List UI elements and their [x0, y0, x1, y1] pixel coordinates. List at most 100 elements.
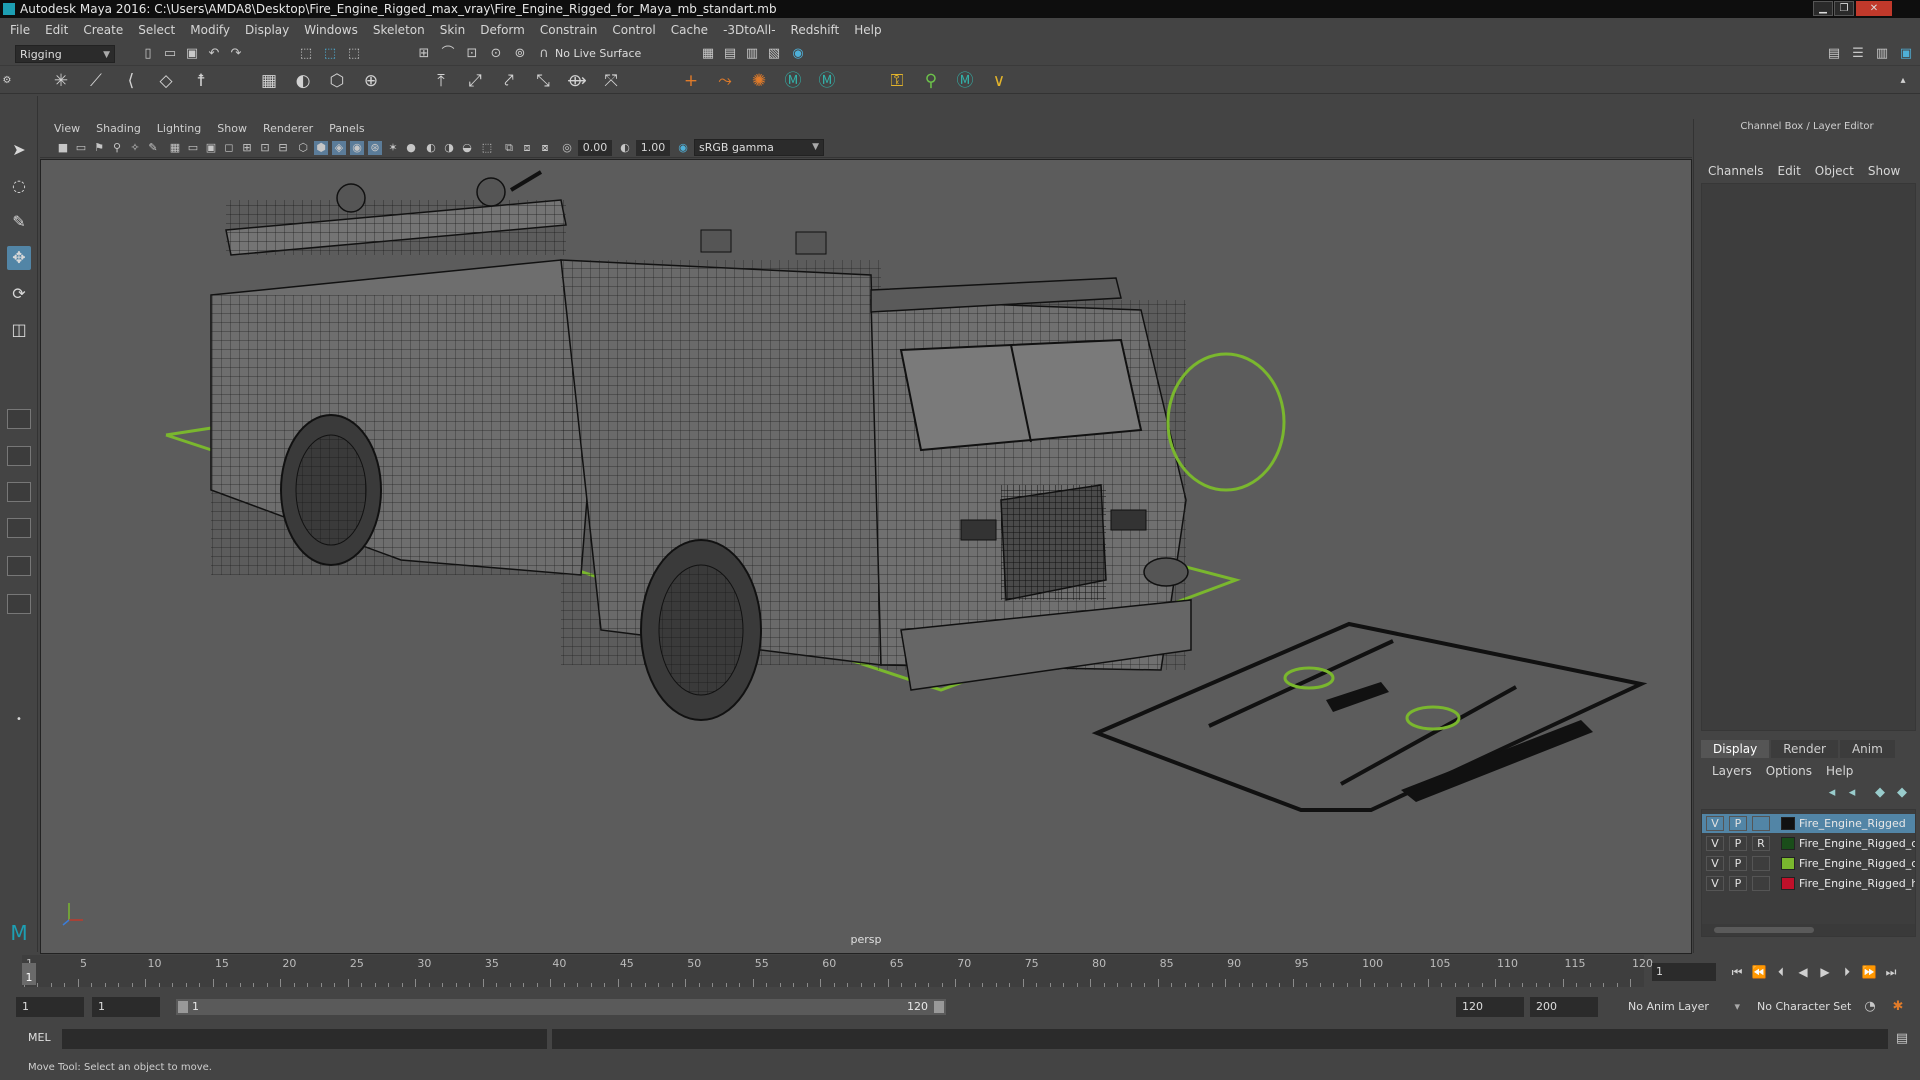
menu-windows[interactable]: Windows	[304, 23, 358, 37]
cb-menu-show[interactable]: Show	[1868, 164, 1900, 178]
current-frame-marker[interactable]: 1	[22, 963, 36, 985]
colorspace-dropdown[interactable]: sRGB gamma ▼	[694, 139, 824, 156]
script-language-toggle[interactable]: MEL	[28, 1031, 51, 1044]
move-tool-icon[interactable]: ✥	[7, 246, 31, 270]
snap-view-icon[interactable]: ⊙	[488, 46, 504, 62]
safe-action-icon[interactable]: ⊡	[258, 141, 272, 155]
playback-start-field[interactable]: 1	[92, 997, 160, 1017]
layer-color-swatch[interactable]	[1781, 837, 1795, 850]
select-tool-icon[interactable]: ➤	[7, 138, 31, 162]
range-bar[interactable]: 1 120	[176, 999, 946, 1015]
cb-menu-edit[interactable]: Edit	[1778, 164, 1801, 178]
rotate-tool-icon[interactable]: ⟳	[7, 282, 31, 306]
viewport-menu-panels[interactable]: Panels	[329, 122, 364, 135]
set-driven-key-icon[interactable]: ⚲	[920, 71, 942, 91]
fire-engine-model[interactable]	[210, 170, 1192, 721]
open-scene-icon[interactable]: ▭	[162, 46, 178, 62]
live-surface-label[interactable]: No Live Surface	[555, 47, 641, 60]
gate-mask-icon[interactable]: ◻	[222, 141, 236, 155]
menu-modify[interactable]: Modify	[190, 23, 230, 37]
layer-playback-toggle[interactable]: P	[1729, 876, 1747, 891]
viewport-menu-lighting[interactable]: Lighting	[157, 122, 201, 135]
viewport-menu-show[interactable]: Show	[217, 122, 247, 135]
layer-visibility-toggle[interactable]: V	[1706, 816, 1724, 831]
gamma-field[interactable]: 1.00	[636, 140, 670, 156]
go-to-end-icon[interactable]: ⏭	[1882, 963, 1900, 981]
current-frame-field[interactable]: 1	[1652, 963, 1716, 981]
step-back-key-icon[interactable]: ⏪	[1750, 963, 1768, 981]
textured-icon[interactable]: ◉	[350, 141, 364, 155]
four-pane-layout-icon[interactable]	[7, 446, 31, 466]
ik-handle-icon[interactable]: ⟋	[85, 71, 107, 91]
menuset-dropdown[interactable]: Rigging ▼	[15, 45, 115, 63]
menu-file[interactable]: File	[10, 23, 30, 37]
layer-type-toggle[interactable]	[1752, 816, 1770, 831]
gamma-icon[interactable]: ◐	[618, 141, 632, 155]
menu-display[interactable]: Display	[245, 23, 289, 37]
camera-select-icon[interactable]: ■	[56, 141, 70, 155]
aim-constraint-icon[interactable]: ⤳	[714, 71, 736, 91]
auto-key-icon[interactable]: ◔	[1862, 999, 1878, 1015]
cb-menu-object[interactable]: Object	[1815, 164, 1854, 178]
play-backwards-icon[interactable]: ◀	[1794, 963, 1812, 981]
bookmark-icon[interactable]: ⚑	[92, 141, 106, 155]
camera-attributes-icon[interactable]: ▭	[74, 141, 88, 155]
interactive-bind-icon[interactable]: ⤢	[464, 71, 486, 91]
animation-preferences-icon[interactable]: ✱	[1890, 999, 1906, 1015]
redo-icon[interactable]: ↷	[228, 46, 244, 62]
humanik-icon[interactable]: ☨	[190, 71, 212, 91]
hypershade-layout-icon[interactable]	[7, 594, 31, 614]
paint-select-icon[interactable]: ✎	[7, 210, 31, 234]
layer-menu-options[interactable]: Options	[1766, 764, 1812, 778]
exposure-icon[interactable]: ◎	[560, 141, 574, 155]
xray-joints-icon[interactable]: ⧈	[520, 141, 534, 155]
viewport-menu-renderer[interactable]: Renderer	[263, 122, 313, 135]
layer-color-swatch[interactable]	[1781, 857, 1795, 870]
layer-row[interactable]: V P Fire_Engine_Rigged_c	[1702, 854, 1915, 873]
play-forwards-icon[interactable]: ▶	[1816, 963, 1834, 981]
use-all-lights-icon[interactable]: ⊛	[368, 141, 382, 155]
magnet-icon[interactable]: ∩	[536, 46, 552, 62]
grease-pencil-icon[interactable]: ✎	[146, 141, 160, 155]
channel-list-area[interactable]	[1701, 183, 1916, 731]
layer-playback-toggle[interactable]: P	[1729, 856, 1747, 871]
minimize-button[interactable]: ▁	[1813, 1, 1833, 16]
layer-visibility-toggle[interactable]: V	[1706, 856, 1724, 871]
new-layer-selected-icon[interactable]: ◆	[1894, 785, 1910, 801]
move-layer-down-icon[interactable]: ◂	[1844, 785, 1860, 801]
new-layer-icon[interactable]: ◆	[1872, 785, 1888, 801]
xray-icon[interactable]: ⧉	[502, 141, 516, 155]
motion-blur-icon[interactable]: ◐	[424, 141, 438, 155]
pole-vector-icon[interactable]: Ⓜ	[816, 71, 838, 91]
cluster-icon[interactable]: ◐	[292, 71, 314, 91]
multisample-aa-icon[interactable]: ◑	[442, 141, 456, 155]
blend-shape-icon[interactable]: ∨	[988, 71, 1010, 91]
layer-color-swatch[interactable]	[1781, 877, 1795, 890]
set-key-icon[interactable]: ⚿	[886, 71, 908, 91]
script-editor-icon[interactable]: ▤	[1894, 1031, 1910, 1047]
close-button[interactable]: ✕	[1856, 1, 1892, 16]
menu-redshift[interactable]: Redshift	[791, 23, 840, 37]
range-end-handle[interactable]	[934, 1001, 944, 1013]
layer-visibility-toggle[interactable]: V	[1706, 836, 1724, 851]
image-plane-icon[interactable]: ⚲	[110, 141, 124, 155]
time-ruler[interactable]: 1510152025303540455055606570758085909510…	[22, 955, 1653, 987]
shadows-icon[interactable]: ✶	[386, 141, 400, 155]
single-pane-layout-icon[interactable]	[7, 409, 31, 429]
layer-color-swatch[interactable]	[1781, 817, 1795, 830]
exposure-field[interactable]: 0.00	[578, 140, 612, 156]
two-pane-layout-icon[interactable]	[7, 482, 31, 502]
depth-of-field-icon[interactable]: ◒	[460, 141, 474, 155]
layer-visibility-toggle[interactable]: V	[1706, 876, 1724, 891]
toolbox-more-icon[interactable]: •	[7, 708, 31, 732]
lasso-tool-icon[interactable]: ◌	[7, 174, 31, 198]
wireframe-on-shaded-icon[interactable]: ◈	[332, 141, 346, 155]
sculpt-deformer-icon[interactable]: ⊕	[360, 71, 382, 91]
copy-weights-icon[interactable]: ⟴	[566, 71, 588, 91]
hypershade-icon[interactable]: ◉	[790, 46, 806, 62]
field-chart-icon[interactable]: ⊞	[240, 141, 254, 155]
tab-anim[interactable]: Anim	[1839, 740, 1895, 758]
layer-menu-layers[interactable]: Layers	[1712, 764, 1752, 778]
select-object-icon[interactable]: ⬚	[322, 46, 338, 62]
render-settings-icon[interactable]: ▦	[700, 46, 716, 62]
